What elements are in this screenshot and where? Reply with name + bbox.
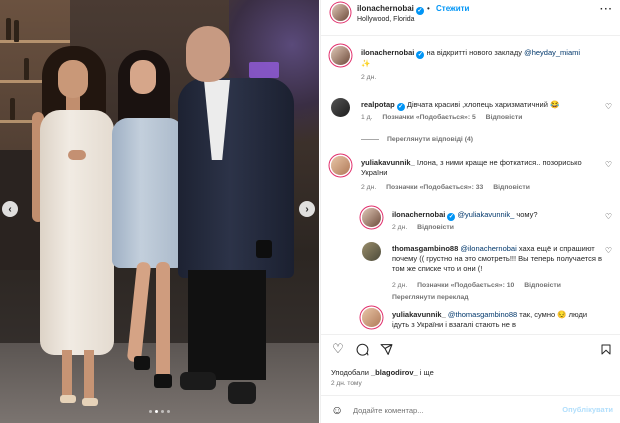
- person-velvet-jacket: [178, 78, 294, 278]
- comment-meta: 1 д. Позначки «Подобається»: 5 Відповіст…: [361, 114, 523, 121]
- reply-meta: 2 дн. Відповісти: [392, 224, 454, 231]
- location-link[interactable]: Hollywood, Florida: [357, 16, 415, 23]
- avatar[interactable]: [362, 208, 381, 227]
- avatar[interactable]: [331, 98, 350, 117]
- publish-button[interactable]: Опублікувати: [562, 405, 613, 414]
- share-icon[interactable]: [379, 342, 393, 356]
- mention-link[interactable]: @heyday_miami: [524, 48, 580, 57]
- person-head: [186, 26, 230, 82]
- verified-badge-icon: ✓: [415, 6, 424, 15]
- caption-username[interactable]: ilonachernobai: [361, 48, 414, 57]
- liker-username[interactable]: _blagodirov_: [371, 368, 418, 377]
- carousel-dot[interactable]: [161, 410, 164, 413]
- reply-text: yuliakavunnik_ @thomasgambino88 так, сум…: [392, 310, 588, 329]
- comment-text: yuliakavunnik_ Ілона, з ними краще не фо…: [361, 158, 582, 177]
- person-white-dress: [40, 110, 114, 355]
- author-username[interactable]: ilonachernobai ✓: [357, 4, 424, 15]
- comments-list: ilonachernobai ✓ на відкритті нового закл…: [321, 36, 620, 334]
- bookmark-icon[interactable]: [599, 342, 613, 356]
- person-shoe: [134, 356, 150, 370]
- follow-button[interactable]: Стежити: [436, 4, 469, 13]
- likes-count[interactable]: Позначки «Подобається»: 33: [386, 184, 483, 191]
- carousel-dot[interactable]: [155, 410, 158, 413]
- carousel-dot[interactable]: [167, 410, 170, 413]
- avatar[interactable]: [332, 4, 349, 21]
- emoji-icon[interactable]: ☺: [331, 403, 343, 417]
- comment-input[interactable]: [353, 403, 553, 417]
- person-leg: [62, 350, 72, 398]
- comment-text: realpotap ✓ Дівчата красиві ,хлопець хари…: [361, 100, 560, 111]
- mention-link[interactable]: @thomasgambino88: [448, 310, 517, 319]
- reply-button[interactable]: Відповісти: [486, 114, 523, 121]
- photo-bottle: [24, 58, 29, 80]
- photo-bottle: [10, 98, 15, 120]
- post-actions: ♡ Уподобали _blagodirov_ і ще 2 дн. тому…: [321, 334, 620, 423]
- person-phone: [256, 240, 272, 258]
- person-shoe: [180, 372, 216, 390]
- post-side-panel: ilonachernobai ✓ • Стежити Hollywood, Flo…: [320, 0, 620, 423]
- post-header: ilonachernobai ✓ • Стежити Hollywood, Flo…: [321, 0, 620, 36]
- person-pants: [188, 270, 266, 380]
- likes-count[interactable]: Позначки «Подобається»: 10: [417, 282, 514, 289]
- view-replies-button[interactable]: Переглянути відповіді (4): [361, 136, 473, 143]
- mention-link[interactable]: @ilonachernobai: [460, 244, 516, 253]
- person-leg: [156, 262, 170, 380]
- photo-bottle: [6, 18, 11, 40]
- photo-neon-sign: [249, 62, 279, 78]
- reply-meta: 2 дн. Позначки «Подобається»: 10 Відпові…: [392, 282, 561, 289]
- reply-button[interactable]: Відповісти: [493, 184, 530, 191]
- reply-username[interactable]: ilonachernobai: [392, 210, 445, 219]
- verified-badge-icon: ✓: [447, 213, 456, 221]
- likes-count[interactable]: Позначки «Подобається»: 5: [382, 114, 475, 121]
- carousel-dot[interactable]: [149, 410, 152, 413]
- avatar[interactable]: [362, 308, 381, 327]
- translate-link[interactable]: Переглянути переклад: [392, 294, 477, 301]
- comment-meta: 2 дн. Позначки «Подобається»: 33 Відпові…: [361, 184, 530, 191]
- reply-button[interactable]: Відповісти: [417, 224, 454, 231]
- avatar[interactable]: [331, 46, 350, 65]
- reply-text: ilonachernobai ✓ @yuliakavunnik_ чому?: [392, 210, 538, 221]
- verified-badge-icon: ✓: [416, 51, 425, 59]
- reply-button[interactable]: Відповісти: [524, 282, 561, 289]
- reply-text: thomasgambino88 @ilonachernobai хаха ещё…: [392, 244, 602, 273]
- photo-shelf: [0, 40, 70, 43]
- comment-username[interactable]: realpotap: [361, 100, 395, 109]
- verified-badge-icon: ✓: [396, 103, 405, 111]
- avatar[interactable]: [331, 156, 350, 175]
- person-shoe: [82, 398, 98, 406]
- comment-like-heart-icon[interactable]: ♡: [605, 160, 612, 169]
- carousel-prev-button[interactable]: ‹: [2, 201, 18, 217]
- dress-cutout: [68, 150, 86, 160]
- comment-like-heart-icon[interactable]: ♡: [605, 246, 612, 255]
- person-shoe: [60, 395, 76, 403]
- caption-text: ilonachernobai ✓ на відкритті нового закл…: [361, 48, 581, 68]
- carousel-dots: [0, 410, 319, 413]
- comment-username[interactable]: yuliakavunnik_: [361, 158, 415, 167]
- person-leg: [84, 350, 94, 400]
- person-face: [58, 60, 88, 98]
- avatar[interactable]: [362, 242, 381, 261]
- reply-username[interactable]: yuliakavunnik_: [392, 310, 446, 319]
- add-comment-bar: ☺ Опублікувати: [321, 395, 620, 423]
- carousel-next-button[interactable]: ›: [299, 201, 315, 217]
- reply-username[interactable]: thomasgambino88: [392, 244, 458, 253]
- person-shoe: [228, 382, 256, 404]
- likes-summary[interactable]: Уподобали _blagodirov_ і ще: [331, 368, 434, 377]
- comment-like-heart-icon[interactable]: ♡: [605, 102, 612, 111]
- mention-link[interactable]: @yuliakavunnik_: [457, 210, 514, 219]
- comment-icon[interactable]: [355, 342, 369, 356]
- more-options-icon[interactable]: ···: [600, 4, 613, 15]
- photo-bottle: [14, 20, 19, 42]
- heart-icon[interactable]: ♡: [331, 341, 345, 356]
- comment-like-heart-icon[interactable]: ♡: [605, 212, 612, 221]
- post-photo[interactable]: ‹ ›: [0, 0, 319, 423]
- person-denim-dress: [112, 118, 184, 268]
- post-timestamp[interactable]: 2 дн. тому: [331, 380, 362, 387]
- caption-meta: 2 дн.: [361, 74, 377, 81]
- person-face: [130, 60, 156, 94]
- separator-dot: •: [427, 4, 430, 13]
- person-shoe: [154, 374, 172, 388]
